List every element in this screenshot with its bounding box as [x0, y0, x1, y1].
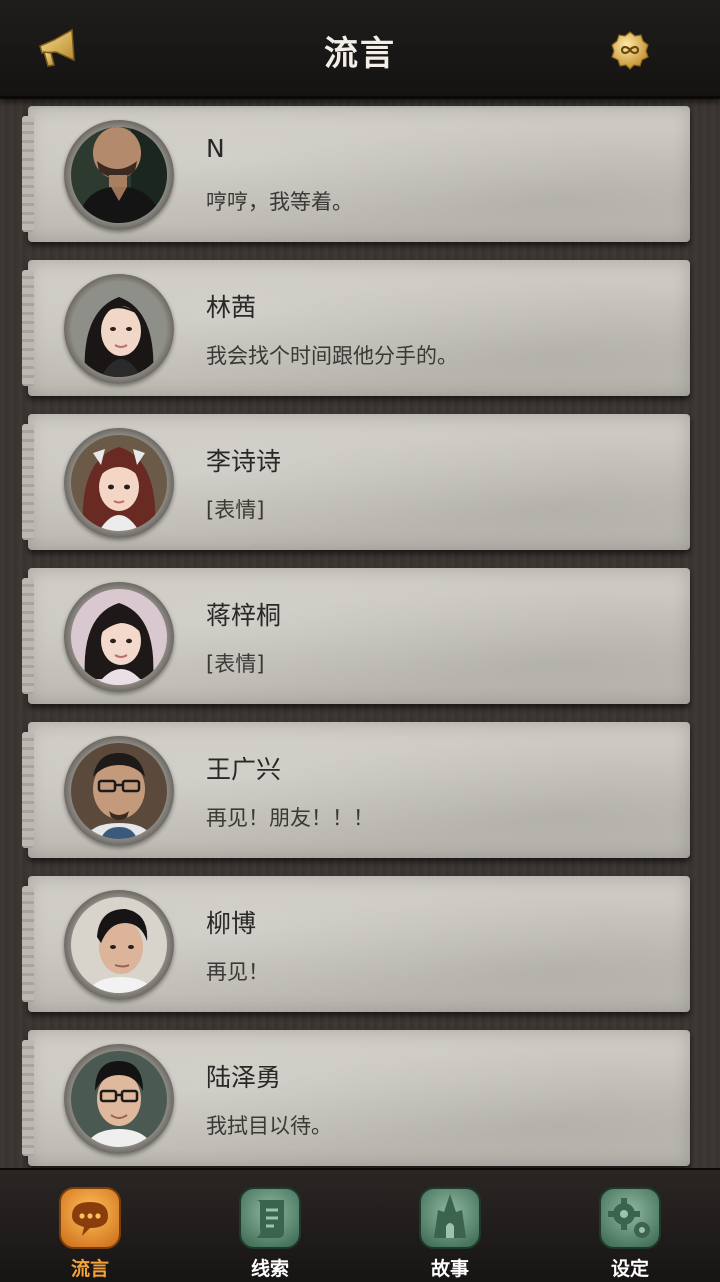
avatar [64, 274, 174, 384]
list-item[interactable]: 陆泽勇 我拭目以待。 [22, 1030, 690, 1166]
tab-story[interactable]: 故事 [390, 1170, 510, 1282]
avatar [64, 890, 174, 1000]
list-item[interactable]: 蒋梓桐 [表情] [22, 568, 690, 704]
scroll-icon[interactable] [238, 1186, 302, 1250]
contact-name: 王广兴 [206, 755, 282, 784]
contact-name: 蒋梓桐 [206, 601, 282, 630]
list-item[interactable]: 王广兴 再见！朋友！！！ [22, 722, 690, 858]
top-bar: 流言 [0, 0, 720, 99]
last-message: 我会找个时间跟他分手的。 [206, 344, 458, 368]
avatar [64, 736, 174, 846]
contact-name: N [206, 134, 225, 163]
contact-name: 林茜 [206, 293, 257, 322]
tab-label: 故事 [430, 1258, 469, 1280]
last-message: 哼哼，我等着。 [206, 190, 353, 214]
tab-label: 流言 [70, 1258, 109, 1280]
tab-label: 设定 [610, 1258, 649, 1280]
tab-label: 线索 [250, 1258, 289, 1280]
list-item[interactable]: 林茜 我会找个时间跟他分手的。 [22, 260, 690, 396]
last-message: 我拭目以待。 [206, 1114, 332, 1138]
infinity-coin-icon[interactable] [610, 30, 650, 70]
contact-name: 陆泽勇 [206, 1063, 282, 1092]
cathedral-icon[interactable] [418, 1186, 482, 1250]
contact-name: 李诗诗 [206, 447, 282, 476]
contact-name: 柳博 [206, 909, 257, 938]
contact-list[interactable]: N 哼哼，我等着。 林茜 我会找个时间跟他分手的。 李诗诗 [表情] 蒋梓桐 [… [0, 96, 720, 1168]
gears-icon[interactable] [598, 1186, 662, 1250]
last-message: 再见！朋友！！！ [206, 806, 374, 830]
list-item[interactable]: 柳博 再见！ [22, 876, 690, 1012]
tab-settings[interactable]: 设定 [570, 1170, 690, 1282]
avatar [64, 428, 174, 538]
list-item[interactable]: 李诗诗 [表情] [22, 414, 690, 550]
avatar [64, 582, 174, 692]
last-message: [表情] [206, 498, 265, 522]
list-item[interactable]: N 哼哼，我等着。 [22, 106, 690, 242]
tab-rumors[interactable]: 流言 [30, 1170, 150, 1282]
speech-bubble-icon[interactable] [58, 1186, 122, 1250]
tab-clues[interactable]: 线索 [210, 1170, 330, 1282]
avatar [64, 1044, 174, 1154]
last-message: [表情] [206, 652, 265, 676]
last-message: 再见！ [206, 960, 269, 984]
bottom-tab-bar: 流言 线索 故事 设定 [0, 1168, 720, 1282]
avatar [64, 120, 174, 230]
